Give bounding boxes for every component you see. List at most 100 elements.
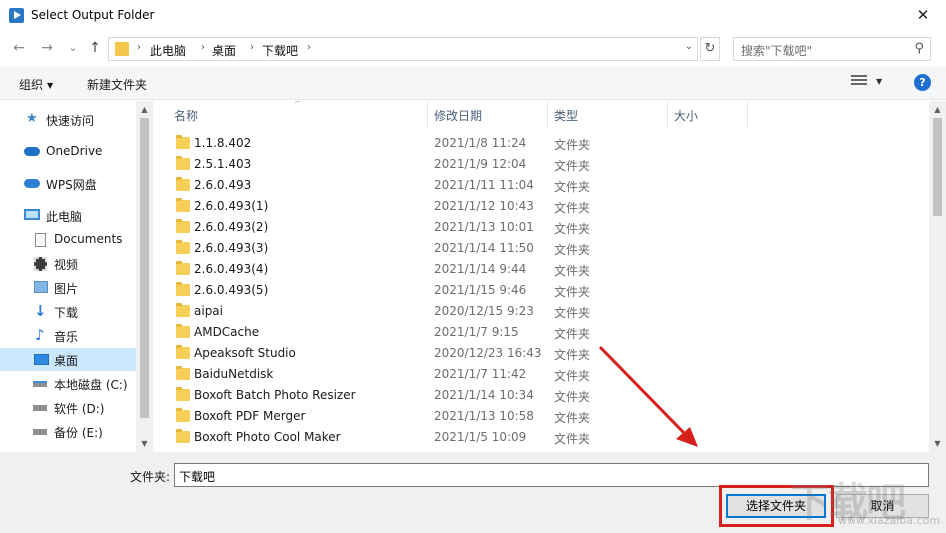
scroll-up-icon[interactable]: ▲ — [929, 101, 946, 118]
sidebar-item-music[interactable]: ♪ 音乐 — [0, 324, 136, 347]
folder-icon — [176, 177, 190, 191]
search-input[interactable]: 搜索"下载吧" ⚲ — [733, 37, 931, 61]
back-button[interactable]: ← — [10, 39, 28, 57]
file-type: 文件夹 — [554, 390, 591, 404]
table-row[interactable]: 2.6.0.493(3) 2021/1/14 11:50 文件夹 — [160, 238, 929, 259]
file-type: 文件夹 — [554, 411, 591, 425]
file-date: 2021/1/15 9:46 — [434, 283, 527, 297]
help-icon[interactable]: ? — [914, 74, 931, 91]
title-bar: Select Output Folder ✕ — [0, 0, 946, 31]
file-list: ^ 名称 修改日期 类型 大小 1.1.8.402 2021/1/8 11:24 文… — [160, 101, 929, 452]
column-header-label: 名称 — [174, 109, 199, 123]
new-folder-button[interactable]: 新建文件夹 — [87, 76, 147, 93]
recent-locations-button[interactable]: ⌄ — [64, 39, 82, 57]
organize-menu[interactable]: 组织 ▼ — [19, 76, 53, 93]
sidebar-item-pictures[interactable]: 图片 — [0, 276, 136, 299]
sidebar-item-downloads[interactable]: ↓ 下载 — [0, 300, 136, 323]
sort-ascending-icon: ^ — [294, 101, 301, 108]
sidebar-item-wps-cloud[interactable]: WPS网盘 — [0, 172, 136, 195]
table-row[interactable]: 2.6.0.493(1) 2021/1/12 10:43 文件夹 — [160, 196, 929, 217]
scrollbar-thumb[interactable] — [933, 118, 942, 216]
table-row[interactable]: 2.6.0.493(5) 2021/1/15 9:46 文件夹 — [160, 280, 929, 301]
file-name: 2.6.0.493(4) — [194, 262, 269, 276]
file-date: 2021/1/13 10:58 — [434, 409, 534, 423]
caret-down-icon[interactable]: ▼ — [876, 77, 882, 86]
table-row[interactable]: BaiduNetdisk 2021/1/7 11:42 文件夹 — [160, 364, 929, 385]
table-row[interactable]: 2.6.0.493 2021/1/11 11:04 文件夹 — [160, 175, 929, 196]
file-name: 2.6.0.493(5) — [194, 283, 269, 297]
scroll-down-icon[interactable]: ▼ — [929, 435, 946, 452]
scrollbar-thumb[interactable] — [140, 118, 149, 418]
sidebar-item-drive-c[interactable]: 本地磁盘 (C:) — [0, 372, 136, 395]
file-name: aipai — [194, 304, 223, 318]
address-bar[interactable]: › 此电脑 › 桌面 › 下载吧 › ⌄ — [108, 37, 698, 61]
scroll-down-icon[interactable]: ▼ — [136, 435, 153, 452]
folder-icon — [176, 156, 190, 170]
sidebar-item-desktop[interactable]: 桌面 — [0, 348, 136, 371]
refresh-button[interactable]: ↻ — [700, 37, 720, 61]
file-date: 2021/1/5 10:09 — [434, 430, 527, 444]
table-row[interactable]: aipai 2020/12/15 9:23 文件夹 — [160, 301, 929, 322]
chevron-right-icon: › — [250, 42, 254, 53]
table-row[interactable]: Apeaksoft Studio 2020/12/23 16:43 文件夹 — [160, 343, 929, 364]
navpane-scrollbar[interactable]: ▲ ▼ — [136, 101, 153, 452]
sidebar-item-label: OneDrive — [46, 144, 103, 158]
breadcrumb-this-pc[interactable]: 此电脑 — [150, 42, 186, 59]
file-date: 2021/1/12 10:43 — [434, 199, 534, 213]
table-row[interactable]: Boxoft Photo Cool Maker 2021/1/5 10:09 文件夹 — [160, 427, 929, 448]
organize-label: 组织 — [19, 78, 44, 92]
sidebar-item-quick-access[interactable]: ★ 快速访问 — [0, 108, 136, 131]
scroll-up-icon[interactable]: ▲ — [136, 101, 153, 118]
table-row[interactable]: AMDCache 2021/1/7 9:15 文件夹 — [160, 322, 929, 343]
file-type: 文件夹 — [554, 159, 591, 173]
file-type: 文件夹 — [554, 264, 591, 278]
up-button[interactable]: ↑ — [86, 39, 104, 57]
close-button[interactable]: ✕ — [900, 0, 946, 31]
table-row[interactable]: 2.6.0.493(2) 2021/1/13 10:01 文件夹 — [160, 217, 929, 238]
filelist-scrollbar[interactable]: ▲ ▼ — [929, 101, 946, 452]
table-row[interactable]: Boxoft PDF Merger 2021/1/13 10:58 文件夹 — [160, 406, 929, 427]
file-type: 文件夹 — [554, 222, 591, 236]
file-type: 文件夹 — [554, 138, 591, 152]
file-date: 2021/1/13 10:01 — [434, 220, 534, 234]
file-date: 2021/1/14 11:50 — [434, 241, 534, 255]
folder-icon — [176, 240, 190, 254]
search-placeholder: 搜索"下载吧" — [741, 44, 813, 58]
column-header-date[interactable]: 修改日期 — [428, 101, 548, 127]
sidebar-item-this-pc[interactable]: 此电脑 — [0, 204, 136, 227]
sidebar-item-onedrive[interactable]: OneDrive — [0, 140, 136, 163]
table-row[interactable]: 2.6.0.493(4) 2021/1/14 9:44 文件夹 — [160, 259, 929, 280]
file-type: 文件夹 — [554, 180, 591, 194]
chevron-down-icon[interactable]: ⌄ — [685, 41, 693, 52]
toolbar: 组织 ▼ 新建文件夹 ▼ ? — [0, 66, 946, 100]
column-header-type[interactable]: 类型 — [548, 101, 668, 127]
table-row[interactable]: Boxoft Batch Photo Resizer 2021/1/14 10:3… — [160, 385, 929, 406]
file-name: Boxoft Photo Cool Maker — [194, 430, 341, 444]
sidebar-item-label: 下载 — [54, 306, 79, 320]
star-icon: ★ — [26, 111, 38, 126]
breadcrumb-desktop[interactable]: 桌面 — [212, 42, 236, 59]
folder-icon — [176, 387, 190, 401]
sidebar-item-documents[interactable]: Documents — [0, 228, 136, 251]
view-options-icon[interactable] — [851, 75, 867, 89]
file-date: 2020/12/23 16:43 — [434, 346, 542, 360]
breadcrumb-xiazaiba[interactable]: 下载吧 — [262, 42, 298, 59]
file-name: 1.1.8.402 — [194, 136, 252, 150]
column-header-label: 修改日期 — [434, 109, 483, 123]
table-row[interactable]: 1.1.8.402 2021/1/8 11:24 文件夹 — [160, 133, 929, 154]
download-icon: ↓ — [34, 302, 47, 320]
drive-icon — [33, 429, 47, 435]
sidebar-item-drive-d[interactable]: 软件 (D:) — [0, 396, 136, 419]
file-name: 2.6.0.493(3) — [194, 241, 269, 255]
forward-button[interactable]: → — [38, 39, 56, 57]
file-type: 文件夹 — [554, 243, 591, 257]
desktop-icon — [34, 354, 49, 365]
folder-icon — [176, 282, 190, 296]
drive-icon — [33, 381, 47, 387]
column-header-size[interactable]: 大小 — [668, 101, 748, 127]
caret-down-icon: ▼ — [47, 81, 54, 90]
sidebar-item-drive-e[interactable]: 备份 (E:) — [0, 420, 136, 443]
table-row[interactable]: 2.5.1.403 2021/1/9 12:04 文件夹 — [160, 154, 929, 175]
column-header-name[interactable]: ^ 名称 — [160, 101, 428, 127]
sidebar-item-videos[interactable]: 视频 — [0, 252, 136, 275]
